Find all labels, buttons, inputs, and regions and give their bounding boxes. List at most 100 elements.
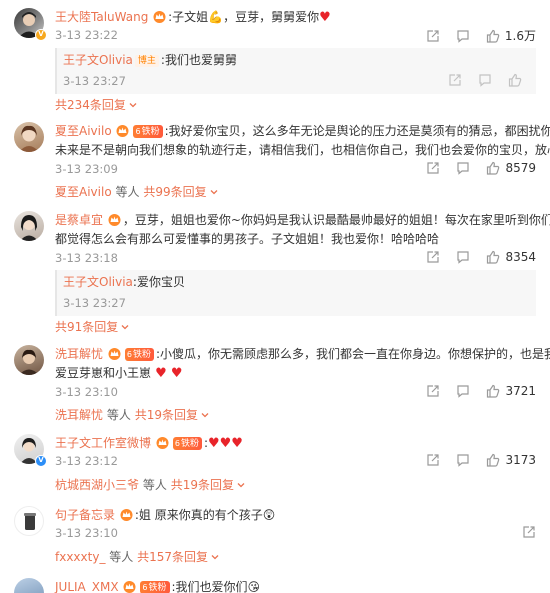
comment-username[interactable]: JULIA_XMX [55, 580, 119, 593]
comment-text: 洗耳解忧 6铁粉:小傻瓜，你无需顾虑那么多，我们都会一直在你身边。你想保护的，也… [55, 345, 550, 364]
reply-time: 3-13 23:27 [63, 296, 126, 310]
crown-icon [123, 581, 136, 593]
reply-username[interactable]: 王子文Olivia [63, 53, 133, 67]
reply-content: :我们也爱舅舅 [160, 53, 237, 67]
comment-actions: 8354 [410, 250, 536, 264]
surprised-emoji-icon: 😲 [262, 508, 276, 522]
reply-text: 王子文Olivia:爱你宝贝 [63, 273, 185, 290]
comment-icon[interactable] [456, 250, 470, 264]
like-count: 8354 [505, 250, 536, 264]
author-badge: 博主 [134, 55, 159, 67]
reply-lead-suffix: 等人 [109, 550, 134, 564]
share-icon[interactable] [426, 250, 440, 264]
reply-count: 共19条回复 [134, 408, 198, 422]
reply-lead-suffix: 等人 [106, 408, 131, 422]
crown-icon [153, 11, 166, 23]
reply-box: 王子文Olivia:爱你宝贝 3-13 23:27 [55, 270, 536, 316]
avatar[interactable] [14, 506, 44, 536]
heart-icon: ♥♥♥ [208, 436, 243, 451]
reply-username[interactable]: 王子文Olivia [63, 275, 133, 289]
like-icon[interactable] [486, 29, 500, 43]
comment-text-line2: 都觉得怎么会有那么可爱懂事的男孩子。子文姐姐！我也爱你！哈哈哈哈 [55, 232, 440, 246]
fan-badge: 6铁粉 [140, 581, 170, 593]
view-replies-link[interactable]: 洗耳解忧 等人 共19条回复 [55, 406, 210, 423]
verified-badge-icon: V [35, 455, 47, 467]
avatar[interactable] [14, 122, 44, 152]
comment-text: 句子备忘录 :姐 原来你真的有个孩子😲 [55, 506, 275, 525]
reply-lead-username[interactable]: 夏至Aivilo [55, 185, 112, 199]
comment-icon[interactable] [456, 161, 470, 175]
reply-lead-username[interactable]: fxxxxty_ [55, 550, 105, 564]
comment-text-line2: 爱豆芽崽和小王崽 ♥ ♥ [55, 364, 183, 383]
share-icon[interactable] [448, 73, 462, 87]
reply-count: 共234条回复 [55, 98, 126, 112]
fan-badge: 6铁粉 [133, 125, 163, 138]
comment-time: 3-13 23:09 [55, 162, 118, 176]
reply-lead-username[interactable]: 洗耳解忧 [55, 408, 103, 422]
comment-text: 王子文工作室微博 6铁粉:♥♥♥ [55, 434, 243, 453]
reply-box: 王子文Olivia 博主:我们也爱舅舅 3-13 23:27 [55, 48, 536, 94]
reply-divider [55, 48, 57, 94]
reply-count: 共157条回复 [137, 550, 209, 564]
comment-actions: 8579 [410, 161, 536, 175]
view-replies-link[interactable]: 共91条回复 [55, 318, 130, 335]
comment-content: ，豆芽，姐姐也爱你~你妈妈是我认识最酷最帅最好的姐姐！每次在家里听到你们打电话~… [122, 213, 550, 227]
like-count: 3721 [505, 384, 536, 398]
chevron-down-icon [210, 190, 218, 195]
comment-username[interactable]: 是蔡卓宜 [55, 213, 103, 227]
view-replies-link[interactable]: 共234条回复 [55, 96, 138, 113]
comment-time: 3-13 23:22 [55, 28, 118, 42]
chevron-down-icon [121, 325, 129, 330]
like-icon[interactable] [486, 161, 500, 175]
reply-time: 3-13 23:27 [63, 74, 126, 88]
crown-icon [108, 348, 121, 360]
reply-actions [432, 73, 522, 87]
share-icon[interactable] [426, 384, 440, 398]
reply-lead-suffix: 等人 [142, 478, 167, 492]
reply-count: 共19条回复 [170, 478, 234, 492]
reply-count: 共99条回复 [143, 185, 207, 199]
comment-text: 是蔡卓宜 ，豆芽，姐姐也爱你~你妈妈是我认识最酷最帅最好的姐姐！每次在家里听到你… [55, 211, 550, 230]
comment-username[interactable]: 夏至Aivilo [55, 124, 112, 138]
comment-content: :姐 原来你真的有个孩子 [134, 508, 263, 522]
share-icon[interactable] [426, 29, 440, 43]
fan-badge: 6铁粉 [124, 348, 154, 361]
share-icon[interactable] [522, 525, 536, 539]
comment-time: 3-13 23:10 [55, 385, 118, 399]
comment-icon[interactable] [456, 384, 470, 398]
comment-time: 3-13 23:10 [55, 526, 118, 540]
chevron-down-icon [129, 103, 137, 108]
comment-icon[interactable] [456, 453, 470, 467]
like-icon[interactable] [486, 250, 500, 264]
view-replies-link[interactable]: 杭城西湖小三爷 等人 共19条回复 [55, 476, 246, 493]
view-replies-link[interactable]: 夏至Aivilo 等人 共99条回复 [55, 183, 219, 200]
avatar[interactable] [14, 345, 44, 375]
comment-content: :我好爱你宝贝，这么多年无论是舆论的压力还是莫须有的猜忌，都困扰你太久了，不管 [164, 124, 550, 138]
reply-divider [55, 270, 57, 316]
comment-username[interactable]: 王大陸TaluWang [55, 10, 148, 24]
avatar[interactable] [14, 578, 44, 593]
like-icon[interactable] [486, 384, 500, 398]
share-icon[interactable] [426, 453, 440, 467]
comment-text-middle: ，豆芽，舅舅爱你 [223, 10, 320, 24]
comment-username[interactable]: 句子备忘录 [55, 508, 115, 522]
comment-text-line2-content: 爱豆芽崽和小王崽 [55, 366, 152, 380]
crown-icon [120, 509, 133, 521]
heart-icon: ♥ [319, 10, 331, 25]
like-count: 8579 [505, 161, 536, 175]
comment-icon[interactable] [478, 73, 492, 87]
comment-username[interactable]: 王子文工作室微博 [55, 436, 151, 450]
comment-icon[interactable] [456, 29, 470, 43]
share-icon[interactable] [426, 161, 440, 175]
comment-text-line2: 未来是不是朝向我们想象的轨迹行走，请相信我们，也相信你自己，我们也会爱你的宝贝，… [55, 143, 550, 157]
like-icon[interactable] [508, 73, 522, 87]
avatar[interactable] [14, 211, 44, 241]
like-count: 3173 [505, 453, 536, 467]
reply-lead-username[interactable]: 杭城西湖小三爷 [55, 478, 139, 492]
comment-username[interactable]: 洗耳解忧 [55, 347, 103, 361]
view-replies-link[interactable]: fxxxxty_ 等人 共157条回复 [55, 548, 220, 565]
verified-badge-icon: V [35, 29, 47, 41]
like-icon[interactable] [486, 453, 500, 467]
comment-actions: 1.6万 [410, 27, 536, 44]
like-count: 1.6万 [504, 29, 536, 43]
